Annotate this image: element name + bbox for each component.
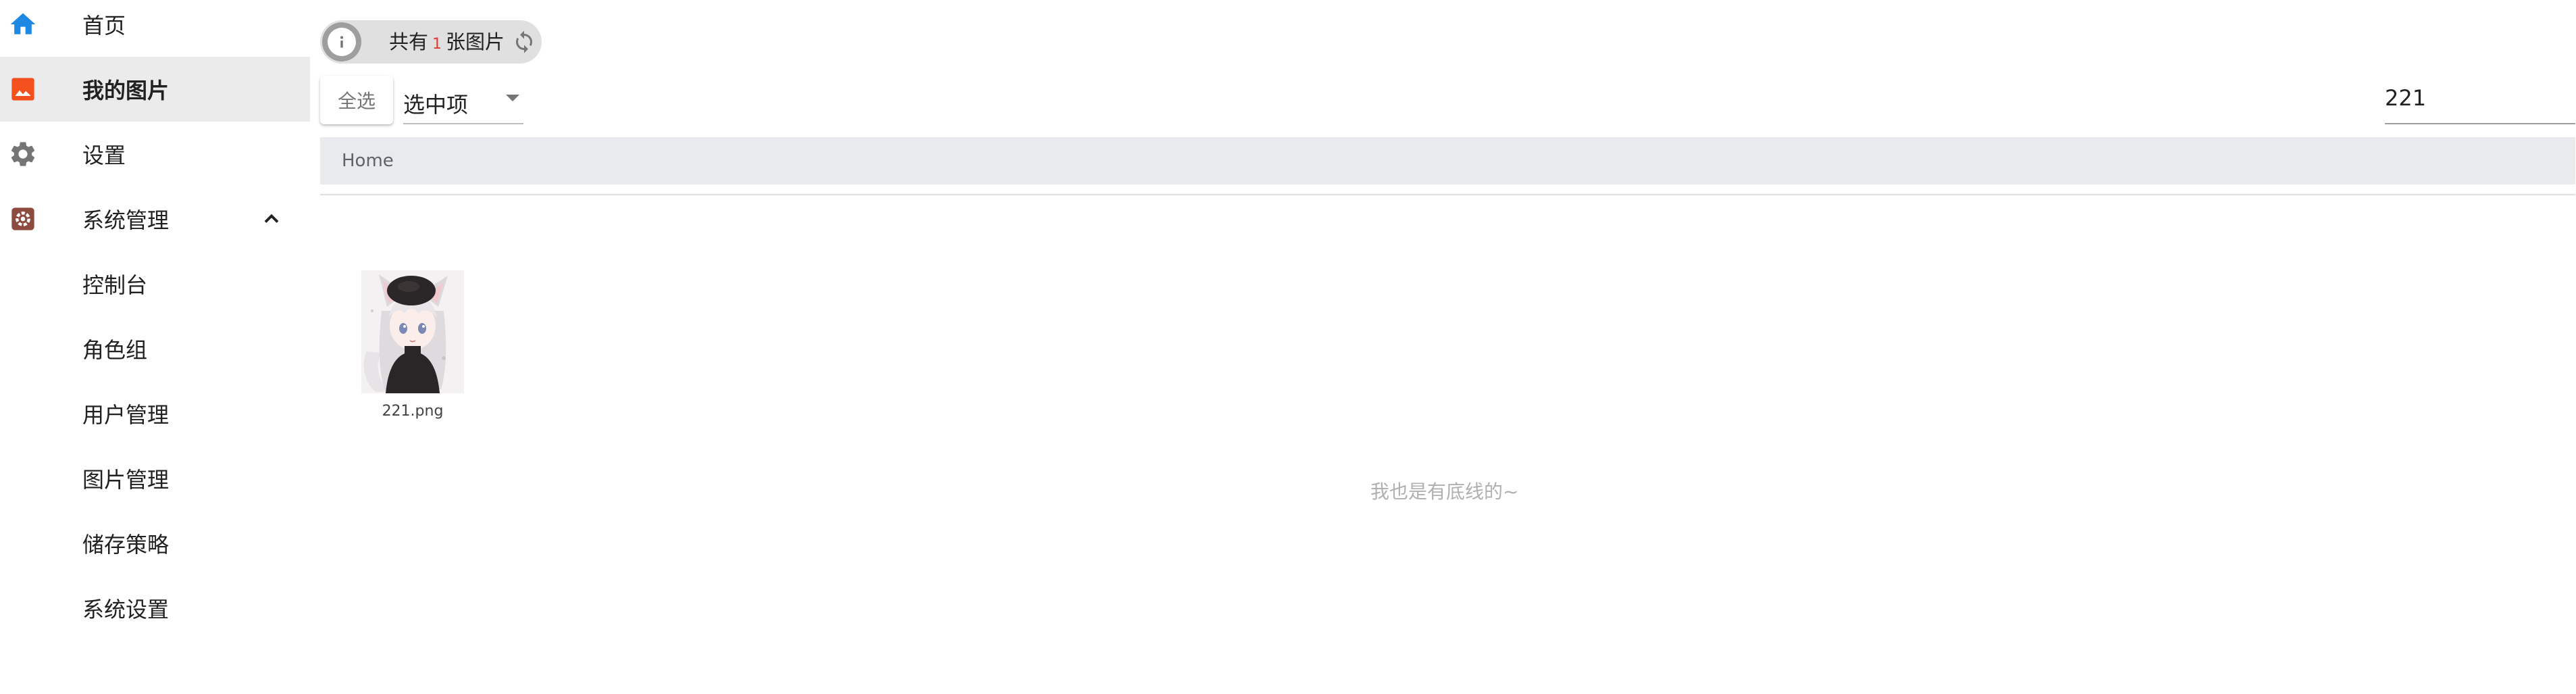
search-input[interactable] (2385, 85, 2575, 111)
image-tile[interactable]: 221.png (361, 270, 464, 427)
count-value: 1 (432, 36, 442, 53)
sidebar-item-label: 角色组 (82, 337, 148, 363)
sidebar-item-user-management[interactable]: 用户管理 (0, 381, 310, 446)
image-icon (8, 74, 38, 104)
divider (320, 194, 2575, 195)
sidebar-item-home[interactable]: 首页 (0, 0, 310, 57)
image-thumbnail[interactable] (361, 270, 464, 393)
admin-settings-icon (8, 204, 38, 234)
sidebar-item-label: 图片管理 (82, 467, 170, 493)
sidebar-item-label: 控制台 (82, 272, 148, 298)
chevron-up-icon[interactable] (259, 207, 284, 231)
sidebar-item-role-groups[interactable]: 角色组 (0, 316, 310, 381)
sidebar-item-label: 用户管理 (82, 402, 170, 428)
sidebar-item-settings[interactable]: 设置 (0, 122, 310, 187)
sidebar-item-label: 我的图片 (82, 78, 170, 103)
search-field[interactable] (2385, 76, 2575, 124)
sidebar-item-label: 首页 (82, 13, 126, 39)
sidebar-item-label: 储存策略 (82, 532, 170, 557)
end-of-list-note: 我也是有底线的~ (1370, 480, 1519, 503)
gear-icon (8, 139, 38, 169)
home-icon (8, 9, 38, 39)
main-content: 共有1张图片 全选 选中项 Home (310, 0, 2576, 694)
breadcrumb-item-home[interactable]: Home (342, 137, 394, 184)
breadcrumb: Home (320, 137, 2575, 184)
sidebar-item-label: 设置 (82, 143, 126, 168)
count-suffix: 张图片 (446, 30, 505, 53)
select-all-button[interactable]: 全选 (320, 76, 393, 124)
sidebar-item-system-admin[interactable]: 系统管理 (0, 187, 310, 251)
image-count-chip: 共有 1 张图片 (320, 20, 542, 64)
sidebar-item-storage-policy[interactable]: 储存策略 (0, 511, 310, 576)
sidebar-item-system-settings[interactable]: 系统设置 (0, 576, 310, 641)
image-file-name: 221.png (382, 403, 444, 420)
count-prefix: 共有 (389, 30, 429, 53)
dropdown-value: 选中项 (403, 92, 469, 118)
sidebar-item-label: 系统管理 (82, 207, 170, 233)
sidebar-item-label: 系统设置 (82, 597, 170, 622)
image-count-text: 共有 1 张图片 (389, 20, 505, 64)
sidebar-item-image-management[interactable]: 图片管理 (0, 446, 310, 511)
sidebar-item-my-images[interactable]: 我的图片 (0, 57, 310, 122)
sidebar-item-console[interactable]: 控制台 (0, 251, 310, 316)
caret-down-icon[interactable] (506, 95, 519, 101)
refresh-icon[interactable] (512, 30, 536, 54)
sidebar: 首页 我的图片 设置 系统管理 控制台 角色组 用户管理 图片管理 储存策略 系… (0, 0, 310, 694)
info-icon[interactable] (322, 22, 361, 61)
